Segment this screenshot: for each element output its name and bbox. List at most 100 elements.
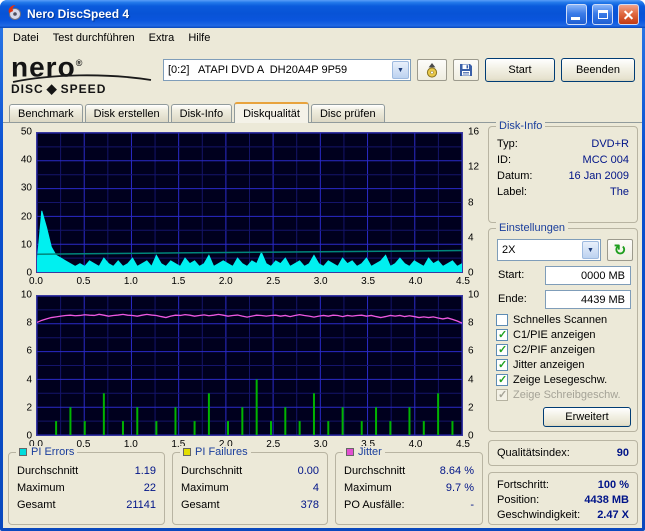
disk-info-group-title: Disk-Info bbox=[496, 120, 546, 132]
menu-item-extra[interactable]: Extra bbox=[142, 30, 182, 46]
quality-index-row: Qualitätsindex: 90 bbox=[497, 447, 629, 459]
tab-disk-info[interactable]: Disk-Info bbox=[170, 104, 233, 122]
checkbox-icon bbox=[496, 373, 508, 386]
beenden-button[interactable]: Beenden bbox=[561, 58, 635, 82]
axis-tick-label: 4 bbox=[26, 374, 32, 386]
nero-discspeed-logo: nero® DISC ◆ SPEED bbox=[11, 51, 161, 97]
refresh-speed-button[interactable]: ↻ bbox=[607, 239, 633, 261]
menu-item-test-durchfuehren[interactable]: Test durchführen bbox=[46, 30, 142, 46]
stat-row: Maximum 4 bbox=[181, 482, 319, 494]
speed-select-value: 2X bbox=[502, 244, 516, 256]
axis-tick-label: 2.5 bbox=[266, 439, 281, 450]
jitter-legend-icon bbox=[346, 448, 354, 456]
checkbox-c2-pif-anzeigen[interactable]: C2/PIF anzeigen bbox=[496, 343, 635, 356]
save-button[interactable] bbox=[453, 59, 479, 81]
axis-tick-label: 12 bbox=[468, 161, 480, 173]
window-title: Nero DiscSpeed 4 bbox=[27, 7, 130, 21]
speed-select[interactable]: 2X ▼ bbox=[497, 239, 601, 261]
disk-info-row-datum: Datum: 16 Jan 2009 bbox=[497, 170, 629, 182]
axis-tick-label: 0.5 bbox=[76, 439, 91, 450]
eject-icon bbox=[426, 62, 438, 78]
drive-select[interactable]: [0:2] ATAPI DVD A DH20A4P 9P59 ▼ bbox=[163, 59, 411, 81]
close-button[interactable] bbox=[618, 3, 639, 25]
jitter-stats-title: Jitter bbox=[358, 446, 382, 458]
chevron-down-icon[interactable]: ▼ bbox=[582, 241, 599, 259]
maximize-icon bbox=[598, 9, 608, 19]
stat-row: PO Ausfälle: - bbox=[344, 499, 474, 511]
erweitert-button[interactable]: Erweitert bbox=[543, 407, 631, 427]
pi-errors-chart-x-axis: 0.0 0.5 1.0 1.5 2.0 2.5 3.0 3.5 4.0 4.5 bbox=[29, 276, 470, 288]
axis-tick-label: 10 bbox=[20, 239, 32, 251]
checkbox-c1-pie-anzeigen[interactable]: C1/PIE anzeigen bbox=[496, 328, 635, 341]
axis-tick-label: 4.5 bbox=[456, 276, 470, 287]
axis-tick-label: 20 bbox=[20, 211, 32, 223]
axis-tick-label: 4 bbox=[468, 232, 474, 244]
axis-tick-label: 10 bbox=[468, 289, 480, 301]
minimize-button[interactable] bbox=[566, 3, 587, 25]
pi-errors-legend-icon bbox=[19, 448, 27, 456]
drive-select-value: [0:2] ATAPI DVD A DH20A4P 9P59 bbox=[168, 64, 348, 76]
axis-tick-label: 16 bbox=[468, 126, 480, 138]
progress-row-position: Position: 4438 MB bbox=[497, 494, 629, 506]
pi-failures-legend-icon bbox=[183, 448, 191, 456]
disc-diamond-icon: ◆ bbox=[46, 81, 58, 97]
menu-item-datei[interactable]: Datei bbox=[6, 30, 46, 46]
stat-row: Durchschnitt 8.64 % bbox=[344, 465, 474, 477]
checkbox-jitter-anzeigen[interactable]: Jitter anzeigen bbox=[496, 358, 635, 371]
pi-errors-stats-group: PI Errors Durchschnitt 1.19 Maximum 22 Ges… bbox=[8, 446, 165, 525]
axis-tick-label: 0.0 bbox=[29, 276, 43, 287]
checkbox-schnelles-scannen[interactable]: Schnelles Scannen bbox=[496, 313, 635, 326]
disk-info-row-label: Label: The bbox=[497, 186, 629, 198]
axis-tick-label: 4.0 bbox=[408, 276, 423, 287]
menu-item-hilfe[interactable]: Hilfe bbox=[181, 30, 217, 46]
stat-row: Durchschnitt 1.19 bbox=[17, 465, 156, 477]
settings-checkboxes: Schnelles Scannen C1/PIE anzeigen C2/PIF… bbox=[496, 313, 635, 403]
pi-errors-stats-title: PI Errors bbox=[31, 446, 75, 458]
settings-group: Einstellungen 2X ▼ ↻ Start: 0000 MB Ende… bbox=[488, 222, 638, 432]
checkbox-icon bbox=[496, 343, 508, 356]
checkbox-icon bbox=[496, 313, 508, 326]
eject-button[interactable] bbox=[417, 59, 447, 81]
save-floppy-icon bbox=[460, 64, 472, 76]
axis-tick-label: 1.0 bbox=[123, 439, 138, 450]
axis-tick-label: 10 bbox=[20, 289, 32, 301]
pi-errors-chart-y-axis-right: 16 12 8 4 0 bbox=[465, 127, 487, 279]
stat-row: Maximum 9.7 % bbox=[344, 482, 474, 494]
title-bar[interactable]: Nero DiscSpeed 4 bbox=[0, 0, 645, 28]
progress-row-fortschritt: Fortschritt: 100 % bbox=[497, 479, 629, 491]
start-field[interactable]: 0000 MB bbox=[545, 266, 631, 285]
jitter-chart-y-axis-left: 10 8 6 4 2 0 bbox=[5, 290, 34, 442]
quality-index-group: Qualitätsindex: 90 bbox=[488, 440, 638, 466]
axis-tick-label: 3.5 bbox=[361, 276, 376, 287]
disk-info-group: Disk-Info Typ: DVD+R ID: MCC 004 Datum: 16 … bbox=[488, 120, 638, 223]
axis-tick-label: 4 bbox=[468, 374, 474, 386]
pi-errors-chart-y-axis-left: 50 40 30 20 10 0 bbox=[5, 127, 34, 279]
ende-field-label: Ende: bbox=[498, 293, 527, 305]
maximize-button[interactable] bbox=[592, 3, 613, 25]
checkbox-icon bbox=[496, 388, 508, 401]
tab-strip: Benchmark Disk erstellen Disk-Info Diskq… bbox=[3, 102, 642, 123]
jitter-stats-group: Jitter Durchschnitt 8.64 % Maximum 9.7 % P… bbox=[335, 446, 483, 525]
ende-field[interactable]: 4439 MB bbox=[545, 290, 631, 309]
checkbox-zeige-lesegeschw[interactable]: Zeige Lesegeschw. bbox=[496, 373, 635, 386]
tab-benchmark[interactable]: Benchmark bbox=[9, 104, 83, 122]
checkbox-icon bbox=[496, 328, 508, 341]
axis-tick-label: 4.0 bbox=[408, 439, 423, 450]
start-field-label: Start: bbox=[498, 269, 525, 281]
jitter-chart bbox=[36, 295, 463, 436]
start-button[interactable]: Start bbox=[485, 58, 555, 82]
tab-diskqualitaet[interactable]: Diskqualität bbox=[234, 102, 309, 123]
axis-tick-label: 2 bbox=[26, 402, 32, 414]
axis-tick-label: 2.5 bbox=[266, 276, 281, 287]
axis-tick-label: 4.5 bbox=[456, 439, 470, 450]
window-body: Datei Test durchführen Extra Hilfe nero®… bbox=[3, 28, 642, 528]
app-window: Nero DiscSpeed 4 Datei Test durchführen … bbox=[0, 0, 645, 531]
axis-tick-label: 8 bbox=[26, 317, 32, 329]
axis-tick-label: 1.0 bbox=[123, 276, 138, 287]
quality-index-label: Qualitätsindex: bbox=[497, 447, 570, 459]
tab-disk-erstellen[interactable]: Disk erstellen bbox=[84, 104, 169, 122]
pi-failures-stats-title: PI Failures bbox=[195, 446, 248, 458]
chevron-down-icon[interactable]: ▼ bbox=[392, 61, 409, 79]
tab-disc-pruefen[interactable]: Disc prüfen bbox=[310, 104, 385, 122]
progress-row-geschwindigkeit: Geschwindigkeit: 2.47 X bbox=[497, 509, 629, 521]
